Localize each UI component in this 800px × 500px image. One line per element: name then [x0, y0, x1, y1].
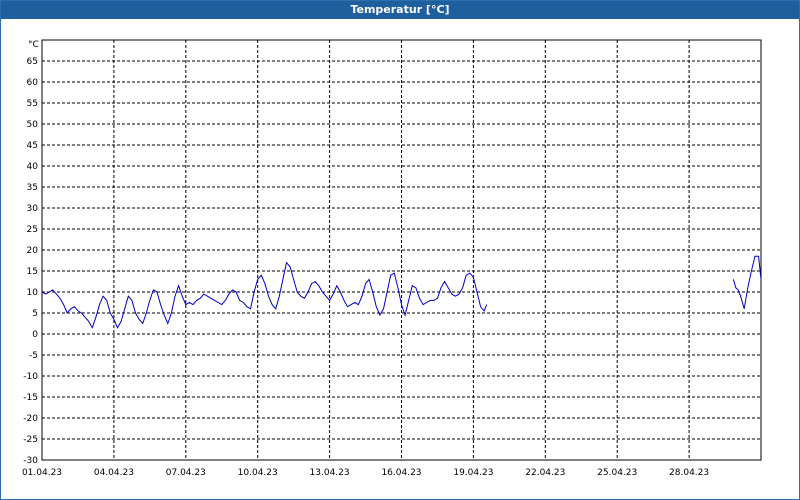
x-tick-label: 28.04.23	[669, 468, 709, 478]
chart-window: Temperatur [°C] 65 60 55 50 45 40 35 30 25 20 15 10…	[0, 0, 800, 500]
y-axis-label: °C	[28, 40, 39, 50]
temperature-line	[732, 255, 762, 309]
y-tick-label: 55	[27, 99, 38, 109]
y-axis: 65605550454035302520151050-5-10-15-20-25…	[23, 57, 38, 466]
y-tick-label: 30	[27, 204, 39, 214]
y-tick-label: -5	[29, 351, 38, 361]
y-tick-label: 60	[27, 78, 39, 88]
y-tick-label: 25	[27, 225, 38, 235]
temperature-line	[41, 261, 488, 329]
y-tick-label: 40	[27, 162, 39, 172]
x-tick-label: 16.04.23	[381, 468, 421, 478]
y-tick-label: 50	[27, 120, 39, 130]
y-tick-label: -20	[23, 414, 38, 424]
y-tick-label: -15	[23, 393, 38, 403]
y-tick-label: -10	[23, 372, 38, 382]
x-tick-label: 25.04.23	[597, 468, 637, 478]
x-tick-label: 19.04.23	[453, 468, 493, 478]
y-tick-label: -30	[23, 456, 38, 466]
y-tick-label: 45	[27, 141, 38, 151]
y-tick-label: 65	[27, 57, 38, 67]
y-tick-label: 35	[27, 183, 38, 193]
window-title: Temperatur [°C]	[1, 1, 799, 19]
temperature-chart: 65605550454035302520151050-5-10-15-20-25…	[22, 39, 762, 478]
x-tick-label: 01.04.23	[22, 468, 62, 478]
y-tick-label: -25	[23, 435, 38, 445]
x-tick-label: 07.04.23	[166, 468, 206, 478]
y-tick-label: 0	[32, 330, 38, 340]
gridlines	[42, 40, 761, 460]
y-tick-label: 15	[27, 267, 38, 277]
x-tick-label: 04.04.23	[94, 468, 134, 478]
x-tick-label: 10.04.23	[238, 468, 278, 478]
y-tick-label: 10	[27, 288, 39, 298]
x-axis: 01.04.23 04.04.23 07.04.23 10.04.23 13.04.23…	[22, 468, 709, 478]
x-tick-label: 22.04.23	[525, 468, 565, 478]
x-tick-label: 13.04.23	[310, 468, 350, 478]
y-tick-label: 5	[32, 309, 38, 319]
y-tick-label: 20	[27, 246, 39, 256]
